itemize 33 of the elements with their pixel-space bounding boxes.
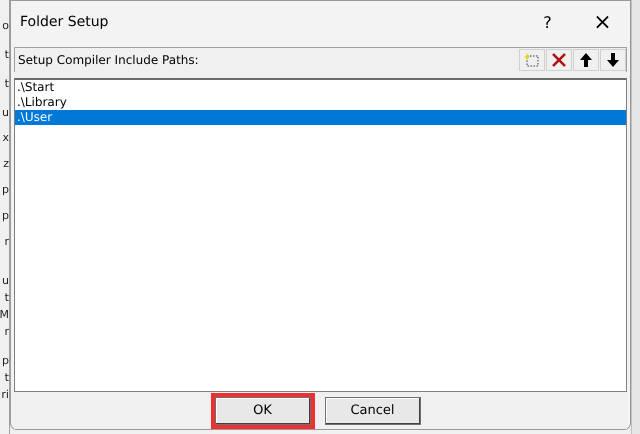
list-item[interactable]: .\Library: [14, 95, 626, 110]
background-text: ri: [1, 387, 9, 402]
background-text: z: [3, 156, 9, 171]
list-item[interactable]: .\User: [14, 110, 626, 125]
background-text: u: [2, 105, 9, 120]
background-text: t: [4, 290, 9, 305]
toolbar-button[interactable]: [600, 49, 626, 71]
close-button[interactable]: ×: [575, 2, 630, 42]
background-text: M: [0, 307, 9, 322]
background-text: x: [2, 130, 9, 145]
list-item[interactable]: .\Start: [14, 80, 626, 95]
background-text: p: [2, 353, 9, 368]
arrow-up-icon: [580, 53, 592, 67]
toolbar-button[interactable]: [573, 49, 600, 71]
arrow-down-icon: [607, 53, 620, 67]
background-text: t: [4, 76, 9, 91]
background-text: r: [4, 324, 9, 339]
dialog-button[interactable]: Cancel: [324, 396, 420, 424]
dialog-button[interactable]: OK: [214, 396, 310, 424]
list-label: Setup Compiler Include Paths:: [16, 53, 200, 67]
delete-icon: [552, 53, 566, 67]
toolbar-button[interactable]: [519, 49, 546, 71]
background-text: u: [2, 273, 9, 288]
new-folder-icon: [524, 53, 540, 67]
background-text: p: [2, 182, 9, 197]
window-title: Folder Setup: [20, 14, 110, 30]
background-text: t: [4, 370, 9, 385]
background-text: p: [2, 208, 9, 223]
toolbar-button[interactable]: [546, 49, 572, 71]
background-text: t: [4, 47, 9, 62]
help-button[interactable]: ?: [520, 2, 576, 42]
background-text: r: [4, 234, 9, 249]
background-text: o: [2, 18, 9, 33]
